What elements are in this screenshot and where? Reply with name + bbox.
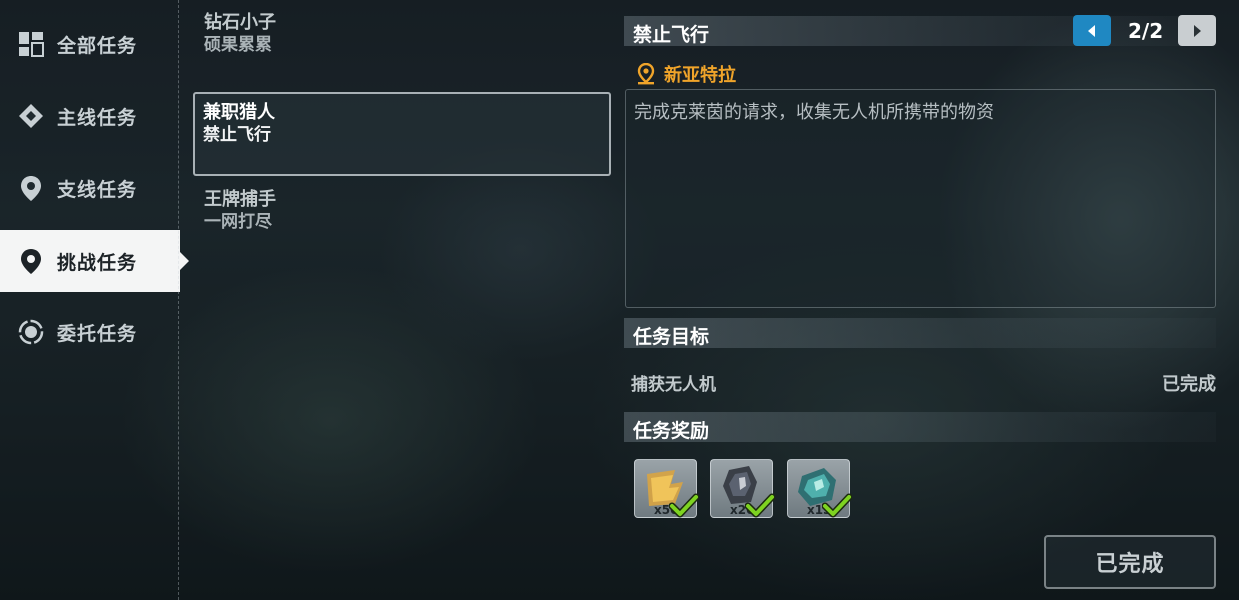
location-label: 新亚特拉 [664,65,736,86]
sidebar-item-challenge-tasks[interactable]: 挑战任务 [0,230,180,292]
reward-header-bar: 任务奖励 [624,412,1216,442]
quest-location: 新亚特拉 [636,61,736,87]
quest-subtitle: 硕果累累 [204,35,272,55]
map-pin-icon [16,246,46,276]
reward-item-shard[interactable]: x13 [787,459,852,518]
complete-button[interactable]: 已完成 [1044,535,1216,589]
sidebar: 全部任务 主线任务 支线任务 挑战任务 委托任务 [0,0,180,600]
objective-name: 捕获无人机 [631,375,716,395]
quest-subtitle: 一网打尽 [204,212,272,232]
next-page-button[interactable] [1178,15,1216,46]
checkmark-icon [822,493,852,518]
chevron-right-icon [1194,24,1201,37]
sidebar-item-label: 全部任务 [57,34,138,57]
target-ring-icon [16,317,46,347]
reward-item-crystal[interactable]: x20 [710,459,775,518]
prev-page-button[interactable] [1073,15,1111,46]
quest-description: 完成克莱茵的请求，收集无人机所携带的物资 [634,102,994,123]
quest-description-box: 完成克莱茵的请求，收集无人机所携带的物资 [625,89,1216,308]
quest-title: 王牌捕手 [204,189,276,210]
map-pin-icon [16,173,46,203]
quest-title: 钻石小子 [204,12,276,33]
quest-item[interactable]: 王牌捕手 一网打尽 [204,189,276,233]
sidebar-item-label: 委托任务 [57,322,138,345]
objective-row: 捕获无人机 已完成 [624,368,1216,395]
complete-button-label: 已完成 [1095,552,1165,577]
sidebar-item-commission-tasks[interactable]: 委托任务 [0,301,180,363]
diamond-marker-icon [16,101,46,131]
sidebar-item-side-tasks[interactable]: 支线任务 [0,157,180,219]
checkmark-icon [745,493,775,518]
sidebar-item-label: 挑战任务 [57,251,138,274]
objective-header-bar: 任务目标 [624,318,1216,348]
quest-subtitle: 禁止飞行 [203,125,271,145]
sidebar-item-all-tasks[interactable]: 全部任务 [0,13,180,75]
quest-item-selected[interactable]: 兼职猎人 禁止飞行 [193,92,611,176]
reward-header: 任务奖励 [633,420,710,442]
grid-icon [16,29,46,59]
sidebar-divider [178,0,179,600]
sidebar-item-main-tasks[interactable]: 主线任务 [0,85,180,147]
quest-title: 兼职猎人 [203,102,275,123]
active-nav-caret [180,252,189,270]
chevron-left-icon [1088,24,1095,37]
sidebar-item-label: 支线任务 [57,178,138,201]
location-pin-icon [637,63,655,85]
quest-item[interactable]: 钻石小子 硕果累累 [204,12,276,56]
reward-item-exp[interactable]: x50 [634,459,699,518]
quest-detail-title: 禁止飞行 [633,24,710,46]
objective-header: 任务目标 [633,326,710,348]
sidebar-item-label: 主线任务 [57,106,138,129]
page-indicator: 2/2 [1128,19,1164,43]
checkmark-icon [669,493,699,518]
objective-status: 已完成 [1162,374,1216,395]
